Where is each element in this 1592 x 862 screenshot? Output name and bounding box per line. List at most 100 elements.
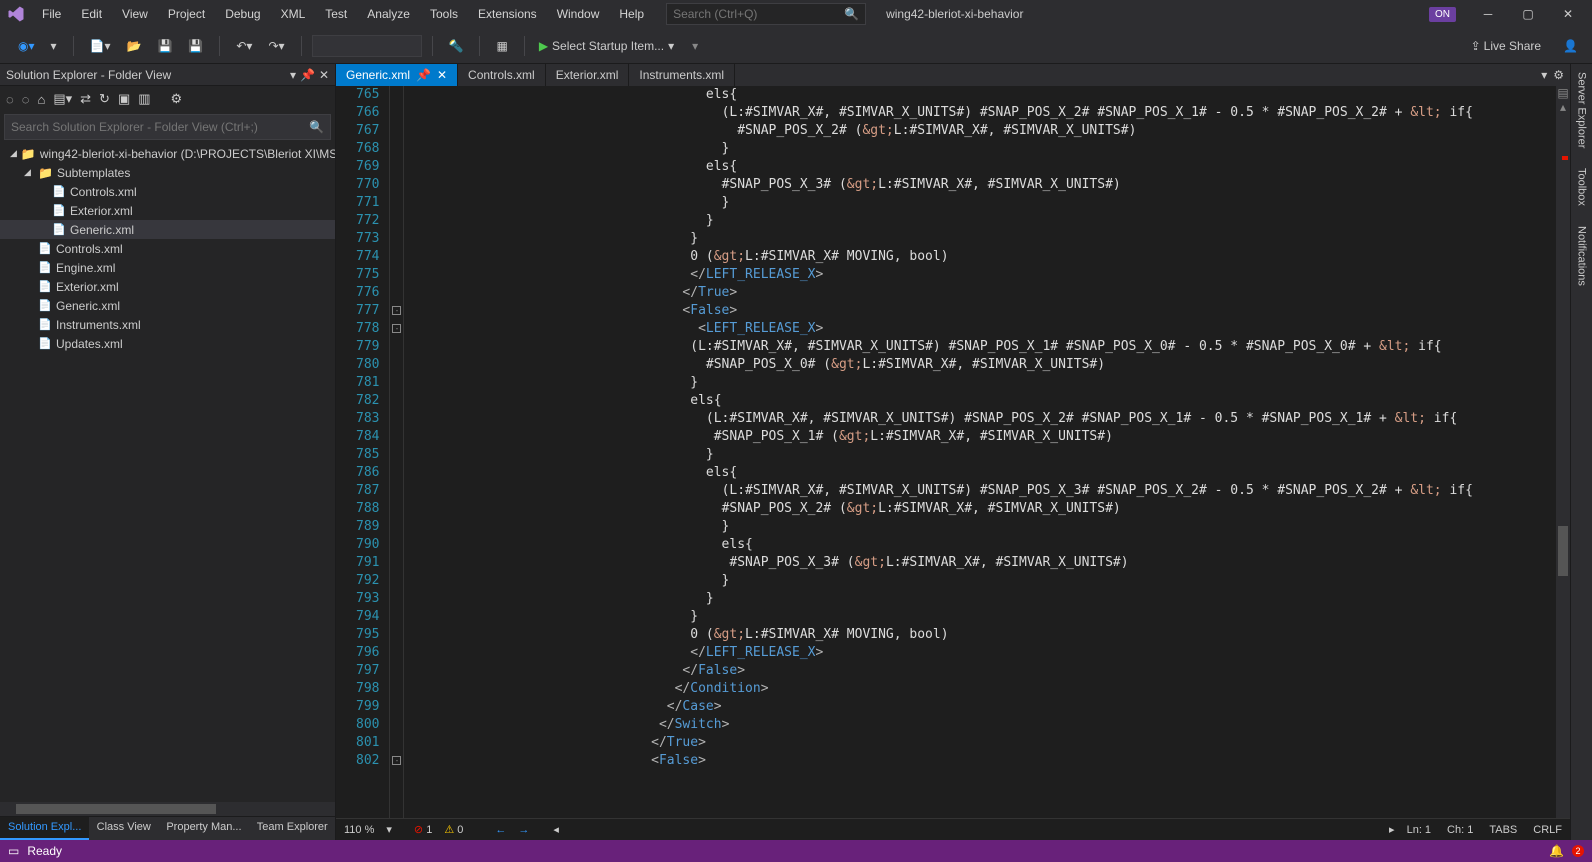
menu-file[interactable]: File (32, 3, 71, 25)
fold-toggle[interactable]: - (392, 324, 401, 333)
error-marker[interactable] (1562, 156, 1568, 160)
menu-project[interactable]: Project (158, 3, 215, 25)
refresh-icon[interactable]: ↻ (99, 91, 110, 107)
error-icon[interactable]: ⊘ (414, 824, 423, 836)
save-all-icon[interactable]: 💾 (182, 35, 209, 57)
show-all-icon[interactable]: ▥ (138, 91, 150, 107)
close-icon[interactable]: ✕ (437, 68, 447, 82)
panel-tab[interactable]: Property Man... (158, 817, 248, 840)
side-tab-toolbox[interactable]: Toolbox (1574, 164, 1590, 210)
home-icon[interactable]: ⌂ (37, 92, 45, 107)
panel-tab[interactable]: Class View (89, 817, 159, 840)
menu-analyze[interactable]: Analyze (357, 3, 420, 25)
back-icon[interactable]: ◌ (6, 92, 14, 107)
collapse-icon[interactable]: ▣ (118, 91, 130, 107)
panel-tab[interactable]: Solution Expl... (0, 817, 89, 840)
tree-item[interactable]: 📄Engine.xml (0, 258, 335, 277)
close-icon[interactable]: ✕ (319, 68, 329, 82)
indent-indicator[interactable]: TABS (1489, 824, 1517, 836)
eol-indicator[interactable]: CRLF (1533, 824, 1562, 836)
feedback-icon[interactable]: 👤 (1557, 35, 1584, 57)
scrollbar-thumb[interactable] (1558, 526, 1568, 576)
scrollbar-thumb[interactable] (16, 804, 216, 814)
xml-icon[interactable]: ▦ (490, 35, 513, 57)
menu-edit[interactable]: Edit (71, 3, 112, 25)
split-icon[interactable]: ▤ (1556, 86, 1570, 100)
solution-search[interactable]: 🔍 (4, 114, 331, 140)
vertical-scrollbar[interactable]: ▤ ▴ (1556, 86, 1570, 818)
tree-item[interactable]: 📄Exterior.xml (0, 201, 335, 220)
properties-icon[interactable]: ⚙ (171, 91, 183, 107)
pin-icon[interactable]: 📌 (300, 68, 315, 82)
zoom-dropdown-icon[interactable]: ▾ (386, 823, 392, 836)
tree-item[interactable]: 📄Generic.xml (0, 296, 335, 315)
menu-extensions[interactable]: Extensions (468, 3, 547, 25)
new-file-icon[interactable]: 📄▾ (84, 35, 117, 57)
dropdown-icon[interactable]: ▾ (290, 68, 296, 82)
document-tab[interactable]: Exterior.xml (546, 64, 630, 86)
undo-icon[interactable]: ↶▾ (230, 35, 258, 57)
solution-hscroll[interactable] (0, 802, 335, 816)
scroll-up-icon[interactable]: ▴ (1556, 100, 1570, 112)
menu-window[interactable]: Window (547, 3, 610, 25)
close-button[interactable]: ✕ (1548, 0, 1588, 28)
tree-item[interactable]: 📄Generic.xml (0, 220, 335, 239)
line-indicator[interactable]: Ln: 1 (1407, 824, 1431, 836)
code-content[interactable]: els{ (L:#SIMVAR_X#, #SIMVAR_X_UNITS#) #S… (404, 86, 1556, 818)
menu-tools[interactable]: Tools (420, 3, 468, 25)
document-tab[interactable]: Generic.xml📌✕ (336, 64, 458, 86)
hscroll-left-icon[interactable]: ◂ (553, 823, 559, 836)
notification-icon[interactable]: 🔔 (1549, 844, 1564, 858)
save-icon[interactable]: 💾 (151, 35, 178, 57)
menu-view[interactable]: View (112, 3, 158, 25)
menu-debug[interactable]: Debug (215, 3, 270, 25)
warning-icon[interactable]: ⚠ (444, 824, 454, 836)
tree-item[interactable]: 📄Controls.xml (0, 182, 335, 201)
hscroll-right-icon[interactable]: ▸ (1389, 823, 1395, 836)
tree-item[interactable]: 📄Instruments.xml (0, 315, 335, 334)
output-icon[interactable]: ▭ (8, 844, 19, 858)
side-tab-server-explorer[interactable]: Server Explorer (1574, 68, 1590, 152)
panel-tab[interactable]: Team Explorer (249, 817, 335, 840)
tree-item[interactable]: 📄Controls.xml (0, 239, 335, 258)
tab-options-icon[interactable]: ⚙ (1553, 68, 1564, 82)
nav-back-icon[interactable]: ← (495, 824, 506, 836)
menu-test[interactable]: Test (315, 3, 357, 25)
document-tab[interactable]: Instruments.xml (629, 64, 735, 86)
redo-icon[interactable]: ↷▾ (262, 35, 290, 57)
document-tab[interactable]: Controls.xml (458, 64, 546, 86)
sync-icon[interactable]: ⇄ (80, 91, 91, 107)
tree-item[interactable]: ◢📁wing42-bleriot-xi-behavior (D:\PROJECT… (0, 144, 335, 163)
tab-dropdown-icon[interactable]: ▾ (1541, 68, 1547, 82)
tree-item[interactable]: 📄Exterior.xml (0, 277, 335, 296)
tree-item[interactable]: 📄Updates.xml (0, 334, 335, 353)
nav-forward-icon[interactable]: → (518, 824, 529, 836)
fold-toggle[interactable]: - (392, 306, 401, 315)
maximize-button[interactable]: ▢ (1508, 0, 1548, 28)
pin-icon[interactable]: 📌 (416, 68, 431, 82)
solution-tree[interactable]: ◢📁wing42-bleriot-xi-behavior (D:\PROJECT… (0, 142, 335, 802)
forward-nav-icon[interactable]: ▾ (45, 35, 63, 57)
solution-search-input[interactable] (11, 120, 309, 134)
config-dropdown[interactable] (312, 35, 422, 57)
zoom-level[interactable]: 110 % (344, 824, 374, 836)
menu-help[interactable]: Help (609, 3, 654, 25)
col-indicator[interactable]: Ch: 1 (1447, 824, 1473, 836)
find-icon[interactable]: 🔦 (443, 35, 470, 57)
minimize-button[interactable]: ─ (1468, 0, 1508, 28)
start-button[interactable]: ▶ Select Startup Item... ▾ (531, 36, 682, 56)
live-share-button[interactable]: ⇪ Live Share (1465, 35, 1547, 57)
account-badge[interactable]: ON (1429, 7, 1456, 22)
tree-item[interactable]: ◢📁Subtemplates (0, 163, 335, 182)
code-editor[interactable]: 7657667677687697707717727737747757767777… (336, 86, 1570, 818)
open-icon[interactable]: 📂 (121, 35, 148, 57)
fold-column[interactable]: - - - (390, 86, 404, 818)
forward-icon[interactable]: ◌ (22, 92, 30, 107)
global-search[interactable]: 🔍 (666, 3, 866, 25)
start-more-icon[interactable]: ▾ (692, 39, 698, 53)
switch-view-icon[interactable]: ▤▾ (53, 91, 72, 107)
side-tab-notifications[interactable]: Notifications (1574, 222, 1590, 290)
global-search-input[interactable] (673, 7, 844, 21)
fold-toggle[interactable]: - (392, 756, 401, 765)
back-nav-icon[interactable]: ◉▾ (12, 35, 41, 57)
